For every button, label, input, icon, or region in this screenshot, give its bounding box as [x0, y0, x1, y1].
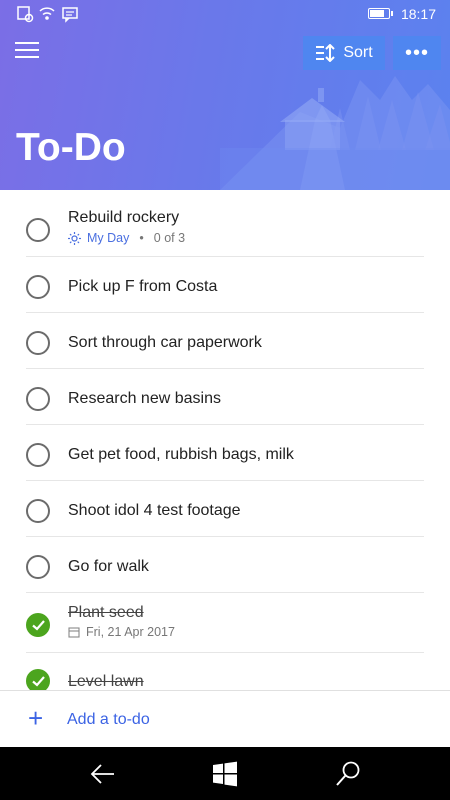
task-checkbox[interactable] — [26, 275, 50, 299]
calendar-icon — [68, 627, 80, 638]
task-item[interactable]: Research new basins — [26, 369, 424, 425]
task-title: Get pet food, rubbish bags, milk — [68, 446, 294, 463]
plus-icon: + — [28, 703, 44, 733]
task-title: Shoot idol 4 test footage — [68, 502, 241, 519]
task-list: Rebuild rockery My Day • 0 of 3 Pick up … — [0, 190, 450, 709]
more-icon: ••• — [404, 41, 429, 64]
task-title: Pick up F from Costa — [68, 278, 218, 295]
task-checkbox-checked[interactable] — [26, 613, 50, 637]
sort-icon — [316, 44, 336, 62]
task-item[interactable]: Rebuild rockery My Day • 0 of 3 — [26, 190, 424, 257]
message-icon — [62, 7, 78, 23]
battery-level — [370, 10, 384, 17]
more-options-button[interactable]: ••• — [393, 36, 441, 70]
task-title: Rebuild rockery — [68, 209, 180, 226]
task-item[interactable]: Go for walk — [26, 537, 424, 593]
task-checkbox[interactable] — [26, 443, 50, 467]
sort-button[interactable]: Sort — [303, 36, 385, 70]
notification-icon — [17, 6, 34, 23]
battery-icon — [368, 8, 393, 19]
task-title: Go for walk — [68, 558, 149, 575]
status-bar: 18:17 — [0, 0, 450, 28]
sort-label: Sort — [343, 44, 373, 61]
checkmark-icon — [32, 676, 45, 687]
my-day-label: My Day — [87, 231, 130, 245]
task-title: Research new basins — [68, 390, 221, 407]
task-item[interactable]: Sort through car paperwork — [26, 313, 424, 369]
task-checkbox[interactable] — [26, 555, 50, 579]
hamburger-menu-icon[interactable] — [15, 40, 39, 60]
add-todo-button[interactable]: + Add a to-do — [0, 690, 450, 747]
task-title: Plant seed — [68, 604, 144, 621]
task-meta: Fri, 21 Apr 2017 — [68, 625, 175, 639]
task-checkbox[interactable] — [26, 331, 50, 355]
wifi-icon — [39, 7, 55, 20]
task-title: Level lawn — [68, 673, 144, 690]
task-meta: My Day • 0 of 3 — [68, 231, 185, 245]
sun-icon — [68, 231, 81, 245]
task-checkbox[interactable] — [26, 218, 50, 242]
task-item[interactable]: Pick up F from Costa — [26, 257, 424, 313]
due-date: Fri, 21 Apr 2017 — [86, 625, 175, 639]
header: 18:17 Sort ••• To-Do — [0, 0, 450, 190]
system-navigation-bar — [0, 747, 450, 800]
task-item[interactable]: Get pet food, rubbish bags, milk — [26, 425, 424, 481]
task-checkbox[interactable] — [26, 387, 50, 411]
clock: 18:17 — [400, 6, 436, 22]
windows-icon[interactable] — [210, 759, 240, 789]
search-icon[interactable] — [333, 759, 363, 789]
task-title: Sort through car paperwork — [68, 334, 262, 351]
back-arrow-icon[interactable] — [88, 759, 118, 789]
task-item[interactable]: Shoot idol 4 test footage — [26, 481, 424, 537]
page-title: To-Do — [16, 126, 126, 169]
checkmark-icon — [32, 620, 45, 631]
task-item[interactable]: Plant seed Fri, 21 Apr 2017 — [26, 593, 424, 653]
meta-separator: • — [139, 231, 144, 245]
task-checkbox[interactable] — [26, 499, 50, 523]
add-todo-label: Add a to-do — [67, 711, 150, 728]
steps-count: 0 of 3 — [153, 231, 186, 245]
